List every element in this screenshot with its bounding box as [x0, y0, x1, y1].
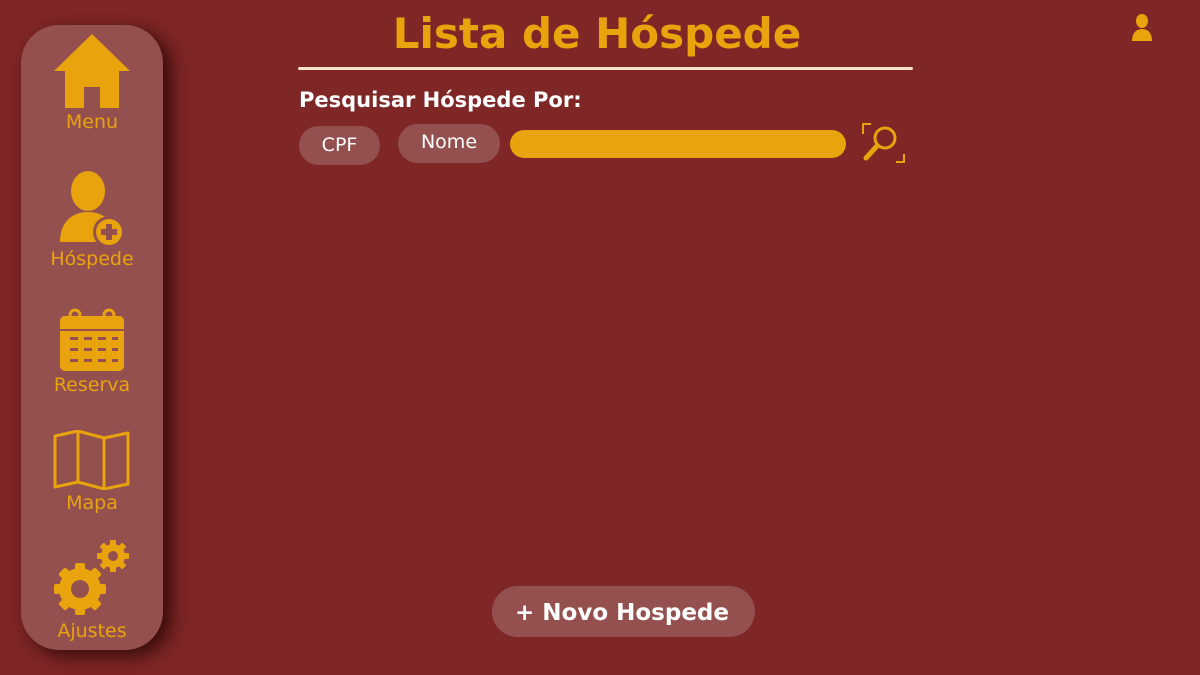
- new-guest-button[interactable]: + Novo Hospede: [492, 586, 755, 637]
- search-label: Pesquisar Hóspede Por:: [299, 88, 582, 112]
- calendar-icon: [60, 308, 124, 371]
- filter-cpf-button[interactable]: CPF: [299, 126, 380, 165]
- sidebar-item-mapa[interactable]: Mapa: [21, 430, 163, 514]
- search-input[interactable]: [510, 130, 846, 158]
- search-icon[interactable]: [861, 122, 907, 168]
- user-icon[interactable]: [1131, 14, 1153, 46]
- sidebar-item-menu[interactable]: Menu: [21, 33, 163, 133]
- add-user-icon: [60, 171, 125, 246]
- sidebar-item-label: Ajustes: [57, 620, 127, 642]
- filter-nome-button[interactable]: Nome: [398, 124, 500, 163]
- sidebar-item-hospede[interactable]: Hóspede: [21, 170, 163, 270]
- sidebar-item-ajustes[interactable]: Ajustes: [21, 538, 163, 642]
- sidebar: Menu Hóspede Reserva Mapa Ajustes: [21, 25, 163, 650]
- map-icon: [53, 430, 130, 490]
- sidebar-item-reserva[interactable]: Reserva: [21, 308, 163, 396]
- page-title: Lista de Hóspede: [392, 9, 802, 58]
- sidebar-item-label: Mapa: [66, 492, 118, 514]
- title-divider: [298, 67, 913, 70]
- sidebar-item-label: Hóspede: [50, 248, 134, 270]
- home-icon: [54, 34, 130, 108]
- sidebar-item-label: Reserva: [53, 374, 131, 396]
- gears-icon: [54, 540, 129, 615]
- sidebar-item-label: Menu: [65, 111, 119, 133]
